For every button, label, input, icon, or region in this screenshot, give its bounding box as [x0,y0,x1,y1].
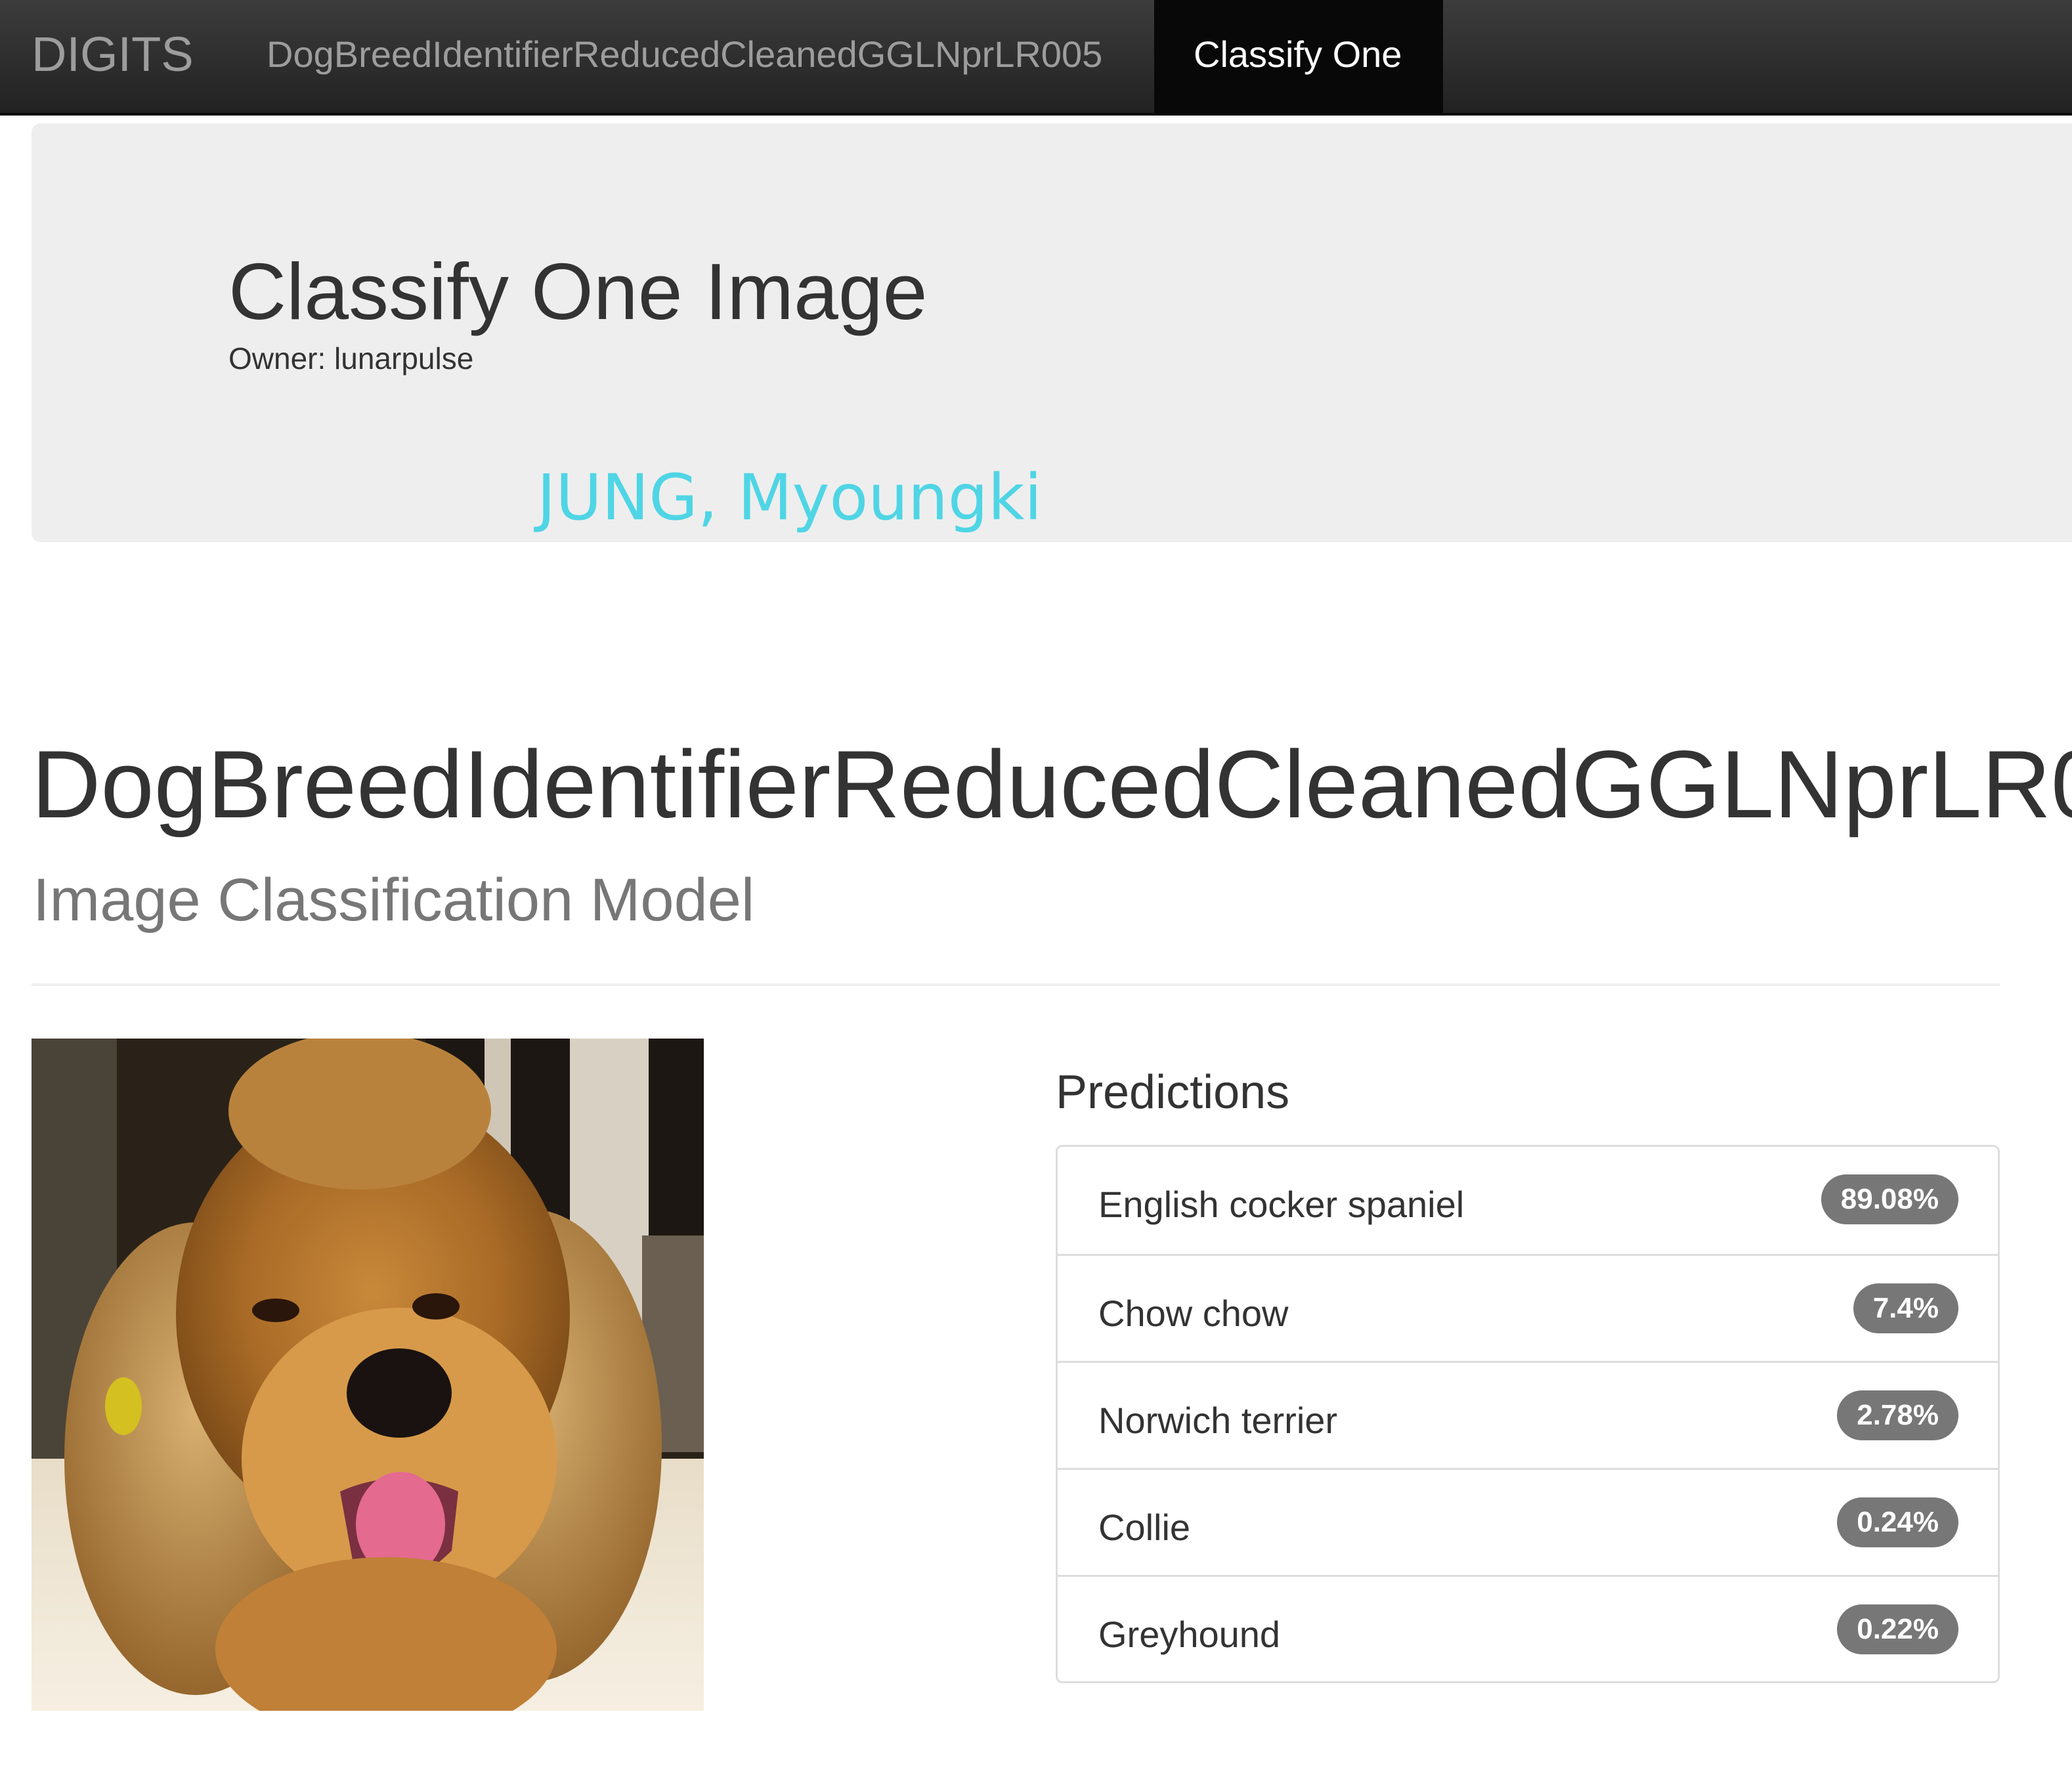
prediction-badge: 2.78% [1837,1390,1958,1440]
classify-one-nav-tab[interactable]: Classify One [1154,0,1443,113]
digits-brand-link[interactable]: DIGITS [32,25,194,84]
prediction-label: Collie [1098,1507,1191,1548]
dog-photo-icon [32,1039,704,1711]
prediction-row: Greyhound 0.22% [1058,1575,1998,1683]
predictions-heading: Predictions [1056,1066,1290,1119]
prediction-badge: 0.22% [1837,1604,1958,1654]
prediction-label: Chow chow [1098,1293,1289,1334]
prediction-label: Norwich terrier [1098,1400,1338,1441]
prediction-badge: 7.4% [1853,1283,1958,1333]
model-title: DogBreedIdentifierReducedCleanedGGLNprLR… [32,731,2072,838]
classified-image [32,1039,704,1711]
prediction-row: Chow chow 7.4% [1058,1254,1998,1362]
prediction-badge: 0.24% [1837,1497,1958,1547]
model-nav-link[interactable]: DogBreedIdentifierReducedCleanedGGLNprLR… [267,32,1102,77]
prediction-label: English cocker spaniel [1098,1184,1465,1225]
page-heading: Classify One Image [228,247,928,336]
top-navbar: DIGITS DogBreedIdentifierReducedCleanedG… [0,0,2072,116]
prediction-label: Greyhound [1098,1614,1281,1655]
owner-text: Owner: lunarpulse [228,341,474,376]
prediction-row: English cocker spaniel 89.08% [1058,1147,1998,1255]
jumbotron: Classify One Image Owner: lunarpulse [32,123,2072,542]
prediction-row: Norwich terrier 2.78% [1058,1361,1998,1469]
predictions-list: English cocker spaniel 89.08% Chow chow … [1056,1145,2000,1683]
classify-one-nav-label: Classify One [1194,33,1402,75]
header-divider [32,983,2000,986]
model-subtitle: Image Classification Model [33,867,755,934]
prediction-row: Collie 0.24% [1058,1468,1998,1576]
author-watermark: JUNG, Myoungki [537,461,1043,534]
prediction-badge: 89.08% [1821,1174,1958,1224]
